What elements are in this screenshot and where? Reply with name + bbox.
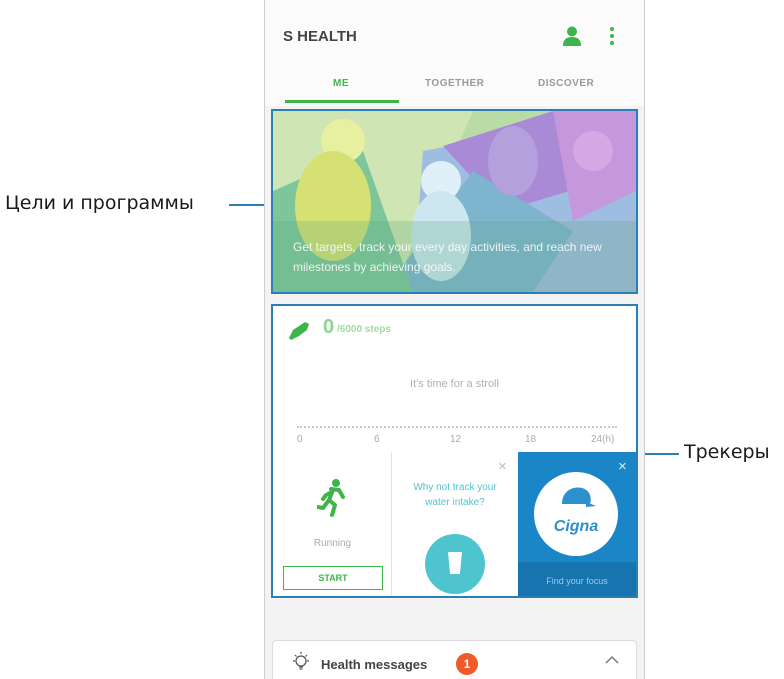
tab-discover[interactable]: DISCOVER — [538, 78, 594, 89]
health-messages-card[interactable]: Health messages 1 — [272, 640, 637, 679]
goals-highlight-frame — [271, 109, 638, 294]
callout-trackers-line — [639, 453, 679, 455]
health-messages-label: Health messages — [321, 657, 428, 672]
phone-screen: S HEALTH ME TOGETHER DISCOVER Get target… — [264, 0, 645, 679]
trackers-highlight-frame — [271, 304, 638, 598]
app-bar: S HEALTH ME TOGETHER DISCOVER — [265, 0, 644, 106]
active-tab-indicator — [285, 100, 399, 103]
notification-badge: 1 — [456, 653, 478, 675]
more-vertical-icon[interactable] — [609, 27, 615, 47]
tab-together[interactable]: TOGETHER — [425, 78, 484, 89]
chevron-up-icon[interactable] — [605, 655, 619, 665]
lightbulb-icon — [293, 652, 309, 670]
callout-trackers: Трекеры — [684, 441, 770, 463]
profile-icon[interactable] — [563, 26, 581, 46]
tab-me[interactable]: ME — [333, 78, 349, 89]
callout-goals: Цели и программы — [5, 192, 194, 214]
app-title: S HEALTH — [283, 28, 357, 45]
